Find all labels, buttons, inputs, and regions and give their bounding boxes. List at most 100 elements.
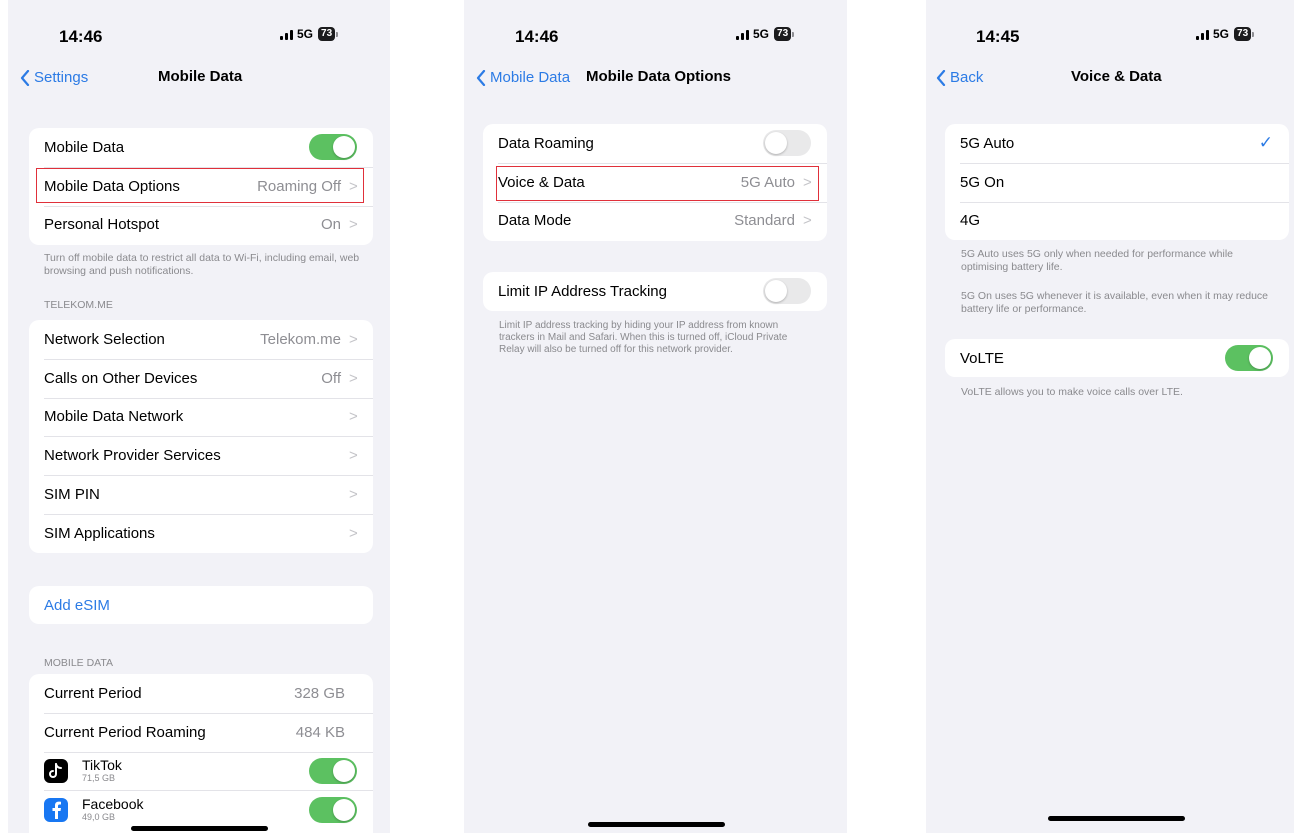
back-button[interactable]: Mobile Data bbox=[476, 69, 570, 86]
usage-group: Current Period 328 GB Current Period Roa… bbox=[29, 674, 373, 833]
chevron-left-icon bbox=[936, 69, 946, 86]
row-value: 328 GB bbox=[294, 684, 345, 702]
screen-mobile-data: 14:46 5G 73 Settings Mobile Data Mobile … bbox=[8, 0, 390, 833]
back-label: Mobile Data bbox=[490, 69, 571, 86]
row-label: Mobile Data bbox=[44, 138, 125, 156]
sim-applications-row[interactable]: SIM Applications > bbox=[29, 513, 373, 553]
add-esim-button[interactable]: Add eSIM bbox=[29, 586, 373, 624]
chevron-right-icon: > bbox=[349, 369, 358, 387]
row-label: Network Selection bbox=[44, 330, 165, 348]
page-title: Mobile Data Options bbox=[586, 68, 732, 85]
calls-other-devices-row[interactable]: Calls on Other Devices Off > bbox=[29, 358, 373, 398]
page-title: Voice & Data bbox=[1071, 68, 1162, 85]
app-usage: 49,0 GB bbox=[82, 812, 116, 823]
network-type: 5G bbox=[297, 27, 314, 41]
option-5g-auto[interactable]: 5G Auto ✓ bbox=[945, 124, 1289, 163]
limit-ip-tracking-row: Limit IP Address Tracking bbox=[483, 272, 827, 311]
row-value: Off bbox=[321, 369, 341, 387]
row-value: 484 KB bbox=[295, 723, 345, 741]
row-label: SIM PIN bbox=[44, 486, 100, 504]
carrier-header: TELEKOM.ME bbox=[44, 299, 113, 311]
signal-icon bbox=[736, 29, 749, 40]
ip-tracking-footer: Limit IP address tracking by hiding your… bbox=[499, 320, 788, 355]
row-value: On bbox=[320, 216, 341, 234]
network-type: 5G bbox=[1213, 27, 1230, 41]
home-indicator bbox=[1048, 816, 1185, 821]
data-roaming-toggle[interactable] bbox=[763, 130, 811, 157]
row-value: Standard bbox=[734, 212, 795, 230]
row-label: 5G Auto bbox=[960, 134, 1015, 152]
current-period-roaming-row: Current Period Roaming 484 KB bbox=[29, 712, 373, 752]
mobile-data-footer: Turn off mobile data to restrict all dat… bbox=[44, 252, 360, 277]
add-esim-label: Add eSIM bbox=[44, 596, 110, 614]
volte-row: VoLTE bbox=[945, 339, 1289, 377]
5g-on-footer: 5G On uses 5G whenever it is available, … bbox=[961, 290, 1268, 315]
network-selection-row[interactable]: Network Selection Telekom.me > bbox=[29, 320, 373, 359]
battery-icon: 73 bbox=[774, 27, 795, 41]
data-roaming-row: Data Roaming bbox=[483, 124, 827, 163]
row-label: Mobile Data Network bbox=[44, 408, 184, 426]
status-time: 14:46 bbox=[59, 27, 103, 46]
facebook-icon bbox=[44, 797, 68, 822]
back-button[interactable]: Settings bbox=[20, 69, 88, 86]
chevron-right-icon: > bbox=[349, 216, 358, 234]
row-label: Data Roaming bbox=[498, 134, 594, 152]
app-name: Facebook bbox=[82, 796, 144, 813]
tiktok-toggle[interactable] bbox=[309, 757, 357, 784]
chevron-right-icon: > bbox=[349, 330, 358, 348]
facebook-toggle[interactable] bbox=[309, 796, 357, 823]
add-esim-group: Add eSIM bbox=[29, 586, 373, 624]
highlight-box bbox=[496, 166, 819, 201]
status-indicators: 5G 73 bbox=[736, 27, 795, 41]
data-mode-row[interactable]: Data Mode Standard > bbox=[483, 201, 827, 241]
screen-mobile-data-options: 14:46 5G 73 Mobile Data Mobile Data Opti… bbox=[464, 0, 847, 833]
battery-icon: 73 bbox=[318, 27, 339, 41]
page-title: Mobile Data bbox=[158, 68, 243, 85]
chevron-right-icon: > bbox=[349, 524, 358, 542]
usage-header: MOBILE DATA bbox=[44, 657, 114, 669]
signal-icon bbox=[280, 29, 293, 40]
network-options-group: 5G Auto ✓ 5G On 4G bbox=[945, 124, 1289, 240]
volte-toggle[interactable] bbox=[1225, 345, 1273, 372]
chevron-left-icon bbox=[476, 69, 486, 86]
row-label: Network Provider Services bbox=[44, 447, 221, 465]
status-indicators: 5G 73 bbox=[1196, 27, 1255, 41]
row-label: Limit IP Address Tracking bbox=[498, 282, 667, 300]
checkmark-icon: ✓ bbox=[1258, 133, 1273, 153]
app-row-tiktok: TikTok 71,5 GB bbox=[29, 751, 373, 791]
row-label: 5G On bbox=[960, 173, 1005, 191]
mobile-data-toggle[interactable] bbox=[309, 134, 357, 161]
row-label: Calls on Other Devices bbox=[44, 369, 198, 387]
row-label: Data Mode bbox=[498, 212, 572, 230]
option-5g-on[interactable]: 5G On bbox=[945, 162, 1289, 202]
screen-voice-data: 14:45 5G 73 Back Voice & Data 5G Auto ✓ … bbox=[926, 0, 1294, 833]
limit-ip-tracking-toggle[interactable] bbox=[763, 278, 811, 305]
row-label: Personal Hotspot bbox=[44, 216, 160, 234]
home-indicator bbox=[588, 822, 725, 827]
mobile-data-network-row[interactable]: Mobile Data Network > bbox=[29, 397, 373, 437]
status-time: 14:45 bbox=[976, 27, 1020, 46]
app-usage: 71,5 GB bbox=[82, 773, 116, 784]
chevron-right-icon: > bbox=[349, 447, 358, 465]
chevron-right-icon: > bbox=[349, 486, 358, 504]
volte-group: VoLTE bbox=[945, 339, 1289, 377]
back-button[interactable]: Back bbox=[936, 69, 983, 86]
row-label: 4G bbox=[960, 212, 981, 230]
network-provider-services-row[interactable]: Network Provider Services > bbox=[29, 436, 373, 475]
option-4g[interactable]: 4G bbox=[945, 201, 1289, 240]
signal-icon bbox=[1196, 29, 1209, 40]
row-label: Current Period Roaming bbox=[44, 723, 206, 741]
app-row-facebook: Facebook 49,0 GB bbox=[29, 790, 373, 829]
chevron-left-icon bbox=[20, 69, 30, 86]
tiktok-icon bbox=[44, 758, 68, 783]
carrier-group: Network Selection Telekom.me > Calls on … bbox=[29, 320, 373, 553]
sim-pin-row[interactable]: SIM PIN > bbox=[29, 475, 373, 514]
row-label: SIM Applications bbox=[44, 524, 155, 542]
app-name: TikTok bbox=[82, 757, 122, 774]
current-period-row: Current Period 328 GB bbox=[29, 674, 373, 713]
row-label: VoLTE bbox=[960, 349, 1004, 367]
chevron-right-icon: > bbox=[803, 212, 812, 230]
back-label: Settings bbox=[34, 69, 89, 86]
row-value: Telekom.me bbox=[260, 330, 341, 348]
personal-hotspot-row[interactable]: Personal Hotspot On > bbox=[29, 205, 373, 245]
